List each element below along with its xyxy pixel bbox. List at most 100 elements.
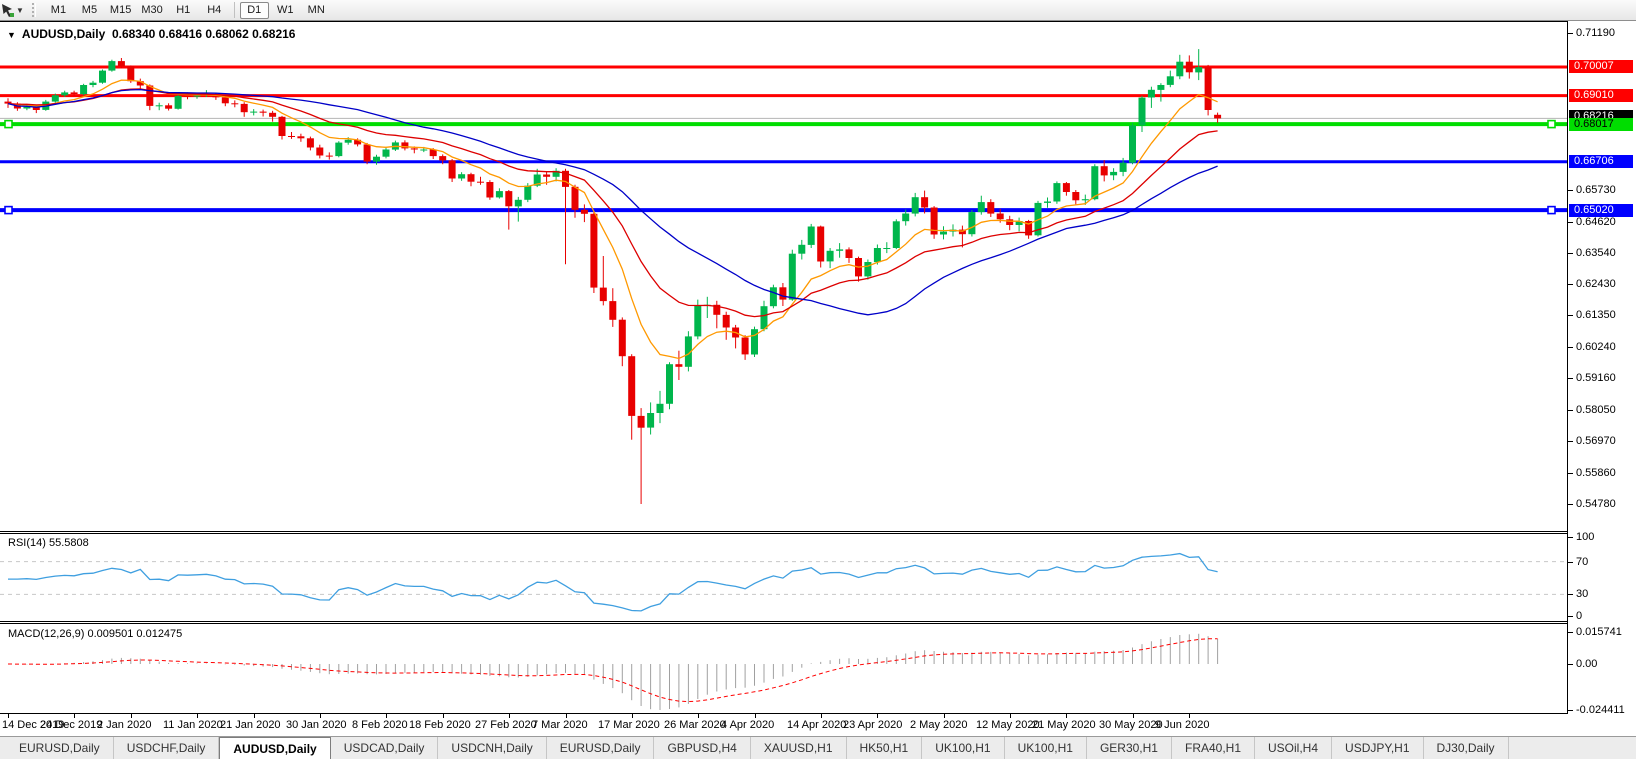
date-tick <box>944 714 945 718</box>
macd-tick <box>1568 664 1573 665</box>
price-tick <box>1568 441 1573 442</box>
macd-tick <box>1568 632 1573 633</box>
chart-tab-hk50-h1[interactable]: HK50,H1 <box>847 737 923 759</box>
line-handle <box>5 207 12 214</box>
timeframe-button-m15[interactable]: M15 <box>106 2 135 19</box>
toolbar-grip <box>32 3 36 17</box>
collapse-icon[interactable]: ▼ <box>7 30 16 40</box>
timeframe-toolbar: ▼ M1M5M15M30H1H4 D1W1MN <box>0 0 1636 21</box>
line-handle <box>5 121 12 128</box>
macd-tick-label: 0.015741 <box>1576 626 1622 638</box>
date-tick <box>755 714 756 718</box>
date-tick-label: 12 May 2020 <box>976 719 1040 731</box>
date-tick <box>386 714 387 718</box>
toolbar-divider <box>234 2 235 18</box>
date-tick <box>566 714 567 718</box>
chart-tab-usdchf-daily[interactable]: USDCHF,Daily <box>114 737 220 759</box>
chart-window: ▼AUDUSD,Daily 0.68340 0.68416 0.68062 0.… <box>0 21 1636 736</box>
date-tick <box>509 714 510 718</box>
timeframe-button-w1[interactable]: W1 <box>271 2 300 19</box>
chart-tab-uk100-h1[interactable]: UK100,H1 <box>1005 737 1087 759</box>
chart-tab-usdcnh-daily[interactable]: USDCNH,Daily <box>438 737 546 759</box>
chevron-down-icon[interactable]: ▼ <box>16 6 24 15</box>
price-tick <box>1568 284 1573 285</box>
hline-price-badge: 0.65020 <box>1569 204 1633 217</box>
price-tick-label: 0.61350 <box>1576 309 1616 321</box>
date-tick <box>197 714 198 718</box>
price-tick <box>1568 473 1573 474</box>
date-tick <box>1010 714 1011 718</box>
timeframe-button-mn[interactable]: MN <box>302 2 331 19</box>
date-tick-label: 9 Jun 2020 <box>1155 719 1209 731</box>
chart-tab-usoil-h4[interactable]: USOil,H4 <box>1255 737 1332 759</box>
chart-tab-uk100-h1[interactable]: UK100,H1 <box>922 737 1004 759</box>
rsi-tick <box>1568 616 1573 617</box>
date-tick <box>443 714 444 718</box>
chart-tab-ger30-h1[interactable]: GER30,H1 <box>1087 737 1172 759</box>
chart-tab-gbpusd-h4[interactable]: GBPUSD,H4 <box>654 737 750 759</box>
price-tick <box>1568 315 1573 316</box>
hline-price-badge: 0.69010 <box>1569 89 1633 102</box>
price-tick <box>1568 504 1573 505</box>
price-tick-label: 0.55860 <box>1576 467 1616 479</box>
rsi-tick <box>1568 562 1573 563</box>
date-tick <box>254 714 255 718</box>
hline-price-badge: 0.66706 <box>1569 155 1633 168</box>
rsi-tick <box>1568 537 1573 538</box>
rsi-tick-label: 0 <box>1576 610 1582 622</box>
rsi-tick <box>1568 594 1573 595</box>
macd-tick-label: 0.00 <box>1576 658 1597 670</box>
macd-tick <box>1568 710 1573 711</box>
timeframe-button-m30[interactable]: M30 <box>137 2 166 19</box>
timeframe-button-m1[interactable]: M1 <box>44 2 73 19</box>
date-tick-label: 30 Jan 2020 <box>286 719 347 731</box>
timeframe-button-h1[interactable]: H1 <box>169 2 198 19</box>
chart-tab-xauusd-h1[interactable]: XAUUSD,H1 <box>751 737 847 759</box>
macd-label: MACD(12,26,9) 0.009501 0.012475 <box>8 628 182 640</box>
price-tick-label: 0.54780 <box>1576 498 1616 510</box>
price-tick <box>1568 222 1573 223</box>
price-tick-label: 0.63540 <box>1576 247 1616 259</box>
price-tick-label: 0.58050 <box>1576 404 1616 416</box>
price-tick-label: 0.56970 <box>1576 435 1616 447</box>
macd-tick-label: -0.024411 <box>1576 704 1625 716</box>
mt4-chart-app: ▼ M1M5M15M30H1H4D1W1MN ▼AUDUSD,Daily 0.6… <box>0 0 1636 759</box>
date-tick <box>632 714 633 718</box>
date-tick-label: 30 May 2020 <box>1099 719 1163 731</box>
date-tick <box>821 714 822 718</box>
date-tick <box>698 714 699 718</box>
chart-tab-usdjpy-h1[interactable]: USDJPY,H1 <box>1332 737 1423 759</box>
line-handle <box>1548 121 1555 128</box>
chart-tab-usdcad-daily[interactable]: USDCAD,Daily <box>331 737 439 759</box>
chart-tab-eurusd-daily[interactable]: EURUSD,Daily <box>547 737 655 759</box>
chart-title: ▼AUDUSD,Daily 0.68340 0.68416 0.68062 0.… <box>7 27 295 41</box>
chart-tab-audusd-daily[interactable]: AUDUSD,Daily <box>219 737 330 759</box>
date-tick-label: 24 Dec 2019 <box>40 719 102 731</box>
price-tick <box>1568 410 1573 411</box>
date-tick-label: 11 Jan 2020 <box>163 719 223 731</box>
date-tick <box>1133 714 1134 718</box>
hline-price-badge: 0.70007 <box>1569 60 1633 73</box>
date-tick-label: 7 Mar 2020 <box>532 719 588 731</box>
timeframe-button-d1[interactable]: D1 <box>240 2 269 19</box>
chart-tab-fra40-h1[interactable]: FRA40,H1 <box>1172 737 1255 759</box>
cursor-tool-icon[interactable] <box>0 3 15 18</box>
date-tick-label: 8 Feb 2020 <box>352 719 408 731</box>
date-tick <box>320 714 321 718</box>
price-tick-label: 0.65730 <box>1576 184 1616 196</box>
date-tick-label: 21 May 2020 <box>1032 719 1096 731</box>
timeframe-button-h4[interactable]: H4 <box>200 2 229 19</box>
price-tick-label: 0.60240 <box>1576 341 1616 353</box>
chart-tab-eurusd-daily[interactable]: EURUSD,Daily <box>6 737 114 759</box>
price-tick <box>1568 33 1573 34</box>
date-tick-label: 18 Feb 2020 <box>409 719 471 731</box>
date-tick <box>131 714 132 718</box>
chart-canvas[interactable] <box>0 21 1568 715</box>
date-tick-label: 4 Apr 2020 <box>721 719 774 731</box>
timeframe-button-m5[interactable]: M5 <box>75 2 104 19</box>
rsi-tick-label: 30 <box>1576 588 1588 600</box>
chart-tab-dj30-daily[interactable]: DJ30,Daily <box>1424 737 1509 759</box>
rsi-tick-label: 100 <box>1576 531 1594 543</box>
date-tick <box>877 714 878 718</box>
date-tick-label: 26 Mar 2020 <box>664 719 726 731</box>
